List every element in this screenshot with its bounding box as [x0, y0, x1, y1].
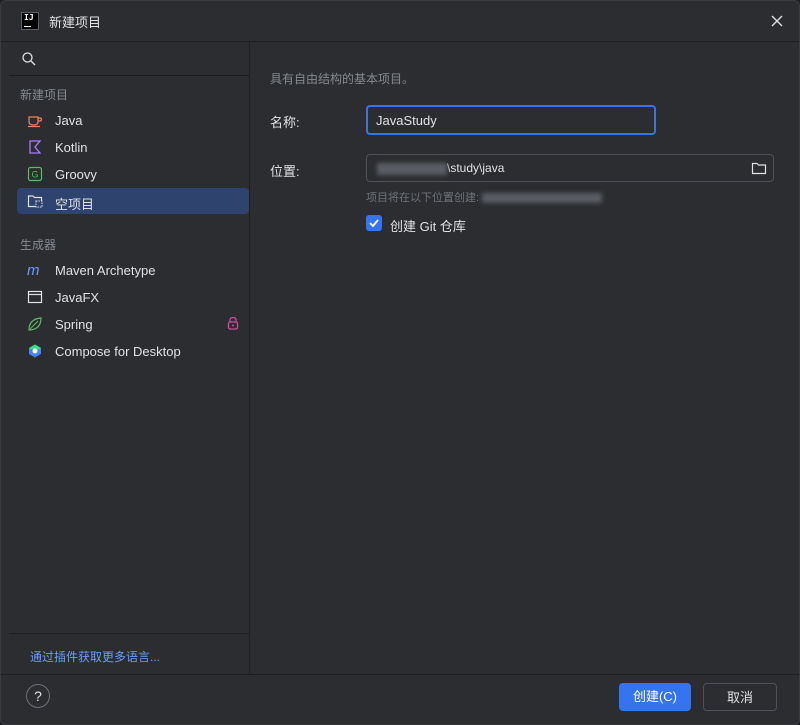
sidebar-search[interactable]	[9, 42, 249, 76]
sidebar: 新建项目 Java Kotlin G Groovy 空项目 生成器 m Mave…	[9, 42, 250, 674]
window-title: 新建项目	[49, 15, 102, 30]
lock-icon	[227, 316, 239, 330]
sidebar-item-label: Kotlin	[55, 140, 88, 155]
svg-text:m: m	[27, 262, 40, 278]
location-hint-text: 项目将在以下位置创建:	[366, 192, 483, 204]
redacted-path	[482, 193, 603, 204]
section-title-generators: 生成器	[20, 238, 57, 252]
folder-icon[interactable]	[751, 160, 767, 176]
sidebar-item-label: Groovy	[55, 167, 97, 182]
sidebar-footer: 通过插件获取更多语言...	[9, 633, 249, 674]
sidebar-item-maven-archetype[interactable]: m Maven Archetype	[17, 257, 249, 283]
sidebar-item-kotlin[interactable]: Kotlin	[17, 134, 249, 160]
sidebar-item-label: Spring	[55, 317, 93, 332]
location-value-text: \study\java	[447, 161, 505, 175]
sidebar-item-label: 空项目	[55, 197, 95, 212]
intellij-logo-icon: IJ	[21, 12, 39, 30]
sidebar-item-compose-desktop[interactable]: Compose for Desktop	[17, 338, 249, 364]
help-button[interactable]: ?	[26, 684, 50, 708]
redacted-path	[377, 162, 447, 175]
search-icon	[22, 52, 36, 66]
sidebar-item-label: Compose for Desktop	[55, 344, 181, 359]
groovy-icon: G	[27, 166, 43, 182]
close-button[interactable]	[767, 11, 787, 31]
main-panel: 具有自由结构的基本项目。 名称: 位置: \study\java 项目将在以下位…	[250, 42, 799, 674]
location-label: 位置:	[270, 164, 300, 179]
svg-text:G: G	[31, 170, 38, 180]
compose-icon	[29, 344, 41, 358]
title-bar: IJ 新建项目	[1, 1, 799, 42]
sidebar-item-label: Maven Archetype	[55, 263, 156, 278]
create-button[interactable]: 创建(C)	[619, 683, 691, 711]
sidebar-item-groovy[interactable]: G Groovy	[17, 161, 249, 187]
sidebar-item-label: JavaFX	[55, 290, 100, 305]
kotlin-icon	[29, 140, 42, 154]
new-project-dialog: IJ 新建项目 新建项目 Java Kotlin G Groovy 空项目 生成…	[0, 0, 800, 725]
sidebar-item-java[interactable]: Java	[17, 107, 249, 133]
javafx-icon	[27, 290, 43, 304]
location-hint: 项目将在以下位置创建:	[366, 189, 603, 205]
section-title-new-project: 新建项目	[20, 88, 69, 102]
project-name-input[interactable]	[366, 105, 656, 135]
sidebar-item-spring[interactable]: Spring	[17, 311, 249, 337]
cancel-button[interactable]: 取消	[703, 683, 777, 711]
create-git-checkbox[interactable]	[366, 215, 382, 231]
get-more-languages-link[interactable]: 通过插件获取更多语言...	[30, 648, 160, 665]
sidebar-item-javafx[interactable]: JavaFX	[17, 284, 249, 310]
dialog-buttons-bar: ? 创建(C) 取消	[1, 674, 799, 724]
sidebar-item-empty-project[interactable]: 空项目	[17, 188, 249, 214]
close-icon	[771, 15, 783, 27]
java-icon	[28, 116, 43, 128]
checkmark-icon	[369, 219, 379, 228]
project-description: 具有自由结构的基本项目。	[270, 72, 415, 86]
name-label: 名称:	[270, 115, 300, 130]
project-location-input[interactable]: \study\java	[366, 154, 774, 182]
spring-icon	[28, 317, 42, 331]
sidebar-item-label: Java	[55, 113, 83, 128]
empty-project-icon	[27, 195, 43, 208]
create-git-label[interactable]: 创建 Git 仓库	[390, 216, 466, 235]
maven-icon: m	[27, 262, 40, 278]
location-value: \study\java	[377, 161, 504, 175]
